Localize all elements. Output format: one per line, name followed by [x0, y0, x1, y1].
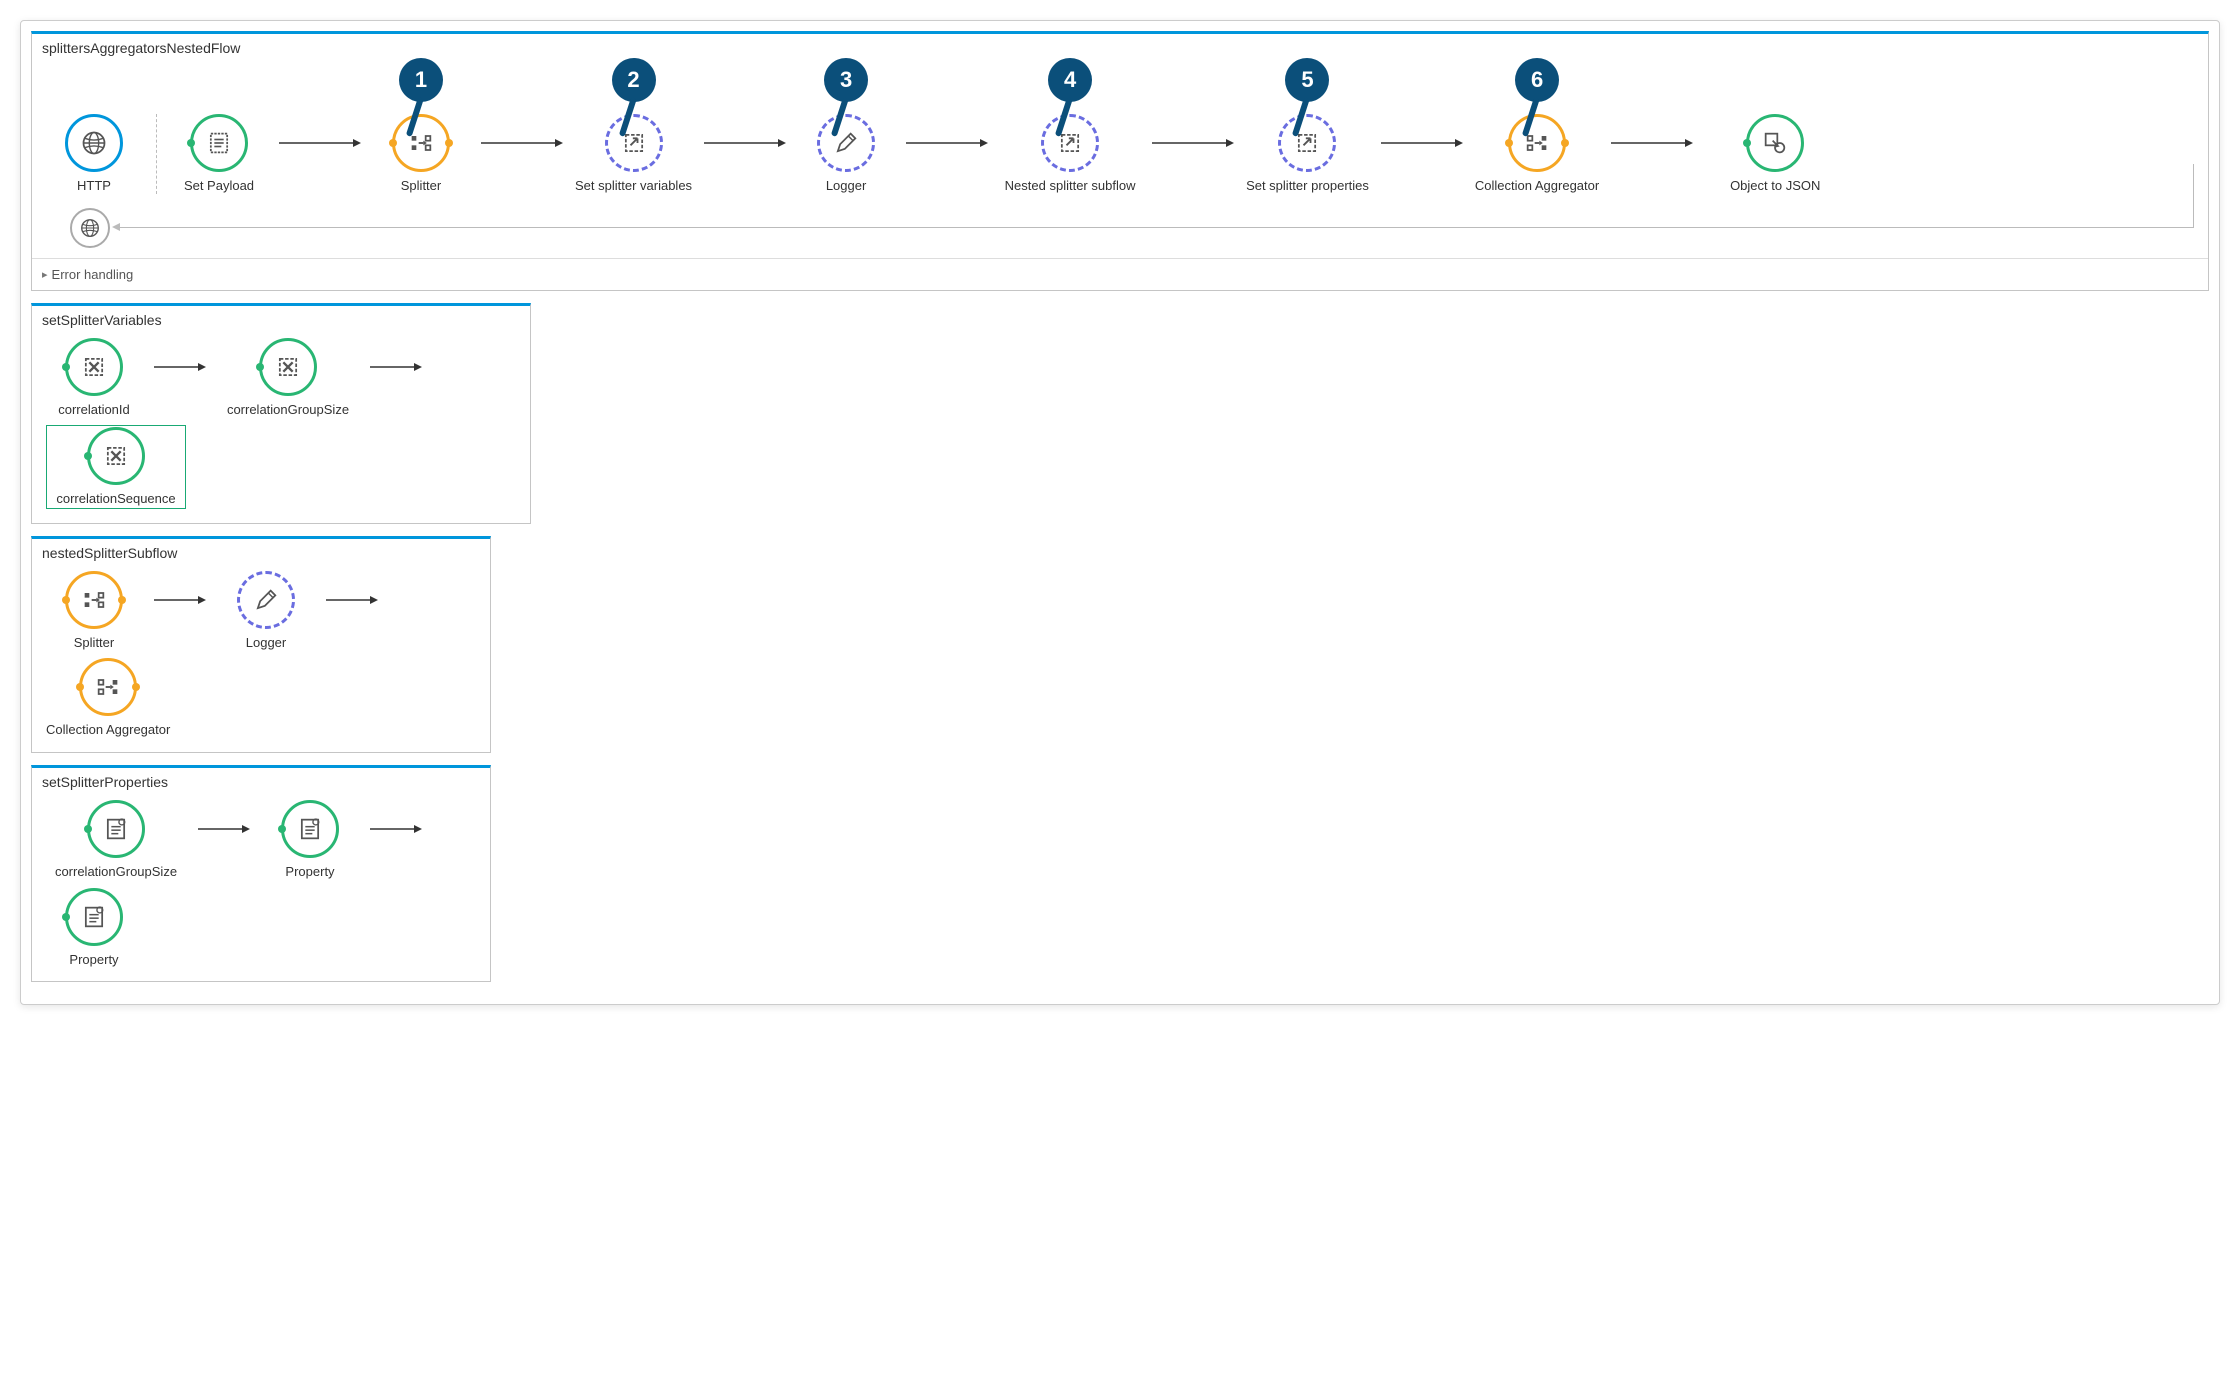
property-icon [65, 888, 123, 946]
arrow-icon [902, 114, 992, 172]
arrow-icon [194, 800, 254, 858]
arrow-icon [275, 114, 365, 172]
arrow-icon [1377, 114, 1467, 172]
node-logger[interactable]: 3 Logger [798, 114, 894, 194]
node-label: Set Payload [184, 178, 254, 194]
node-property-1[interactable]: Property [262, 800, 358, 880]
node-label: correlationGroupSize [227, 402, 349, 418]
node-correlation-sequence[interactable]: correlationSequence [46, 425, 186, 509]
badge-5: 5 [1285, 58, 1329, 102]
variable-icon [259, 338, 317, 396]
badge-4: 4 [1048, 58, 1092, 102]
badge-2: 2 [612, 58, 656, 102]
arrow-icon [322, 571, 382, 629]
flow-ref-icon [1278, 114, 1336, 172]
node-correlation-group-size[interactable]: correlationGroupSize [46, 800, 186, 880]
return-connector [118, 227, 2194, 228]
property-icon [281, 800, 339, 858]
arrow-icon [700, 114, 790, 172]
arrow-icon [1148, 114, 1238, 172]
badge-6: 6 [1515, 58, 1559, 102]
node-nested-splitter-subflow[interactable]: 4 Nested splitter subflow [1000, 114, 1140, 194]
transformer-icon [1746, 114, 1804, 172]
node-splitter[interactable]: Splitter [46, 571, 142, 651]
flow-nested-splitter-subflow[interactable]: nestedSplitterSubflow Splitter Logger [31, 536, 491, 753]
node-label: Set splitter variables [575, 178, 692, 194]
node-label: correlationGroupSize [55, 864, 177, 880]
splitter-icon [65, 571, 123, 629]
arrow-icon [150, 571, 210, 629]
badge-1: 1 [399, 58, 443, 102]
flow-body: correlationId correlationGroupSize corre… [32, 328, 530, 523]
node-http[interactable]: HTTP [46, 114, 142, 194]
node-label: Collection Aggregator [1475, 178, 1599, 194]
arrow-icon [477, 114, 567, 172]
node-label: Property [285, 864, 334, 880]
variable-icon [65, 338, 123, 396]
variable-icon [87, 427, 145, 485]
flow-ref-icon [605, 114, 663, 172]
node-label: Property [69, 952, 118, 968]
badge-3: 3 [824, 58, 868, 102]
set-payload-icon [190, 114, 248, 172]
node-label: Logger [246, 635, 286, 651]
node-label: Splitter [401, 178, 441, 194]
flow-title: nestedSplitterSubflow [32, 539, 490, 561]
node-set-splitter-properties[interactable]: 5 Set splitter properties [1246, 114, 1369, 194]
arrow-icon [1607, 114, 1697, 172]
node-label: Splitter [74, 635, 114, 651]
flow-title: setSplitterProperties [32, 768, 490, 790]
flow-title: setSplitterVariables [32, 306, 530, 328]
logger-icon [237, 571, 295, 629]
response-path [32, 208, 2208, 258]
arrow-icon [150, 338, 210, 396]
canvas: splittersAggregatorsNestedFlow HTTP Set … [20, 20, 2220, 1005]
aggregator-icon [79, 658, 137, 716]
node-splitter[interactable]: 1 Splitter [373, 114, 469, 194]
flow-main[interactable]: splittersAggregatorsNestedFlow HTTP Set … [31, 31, 2209, 291]
flow-body: HTTP Set Payload 1 Splitter [32, 56, 2208, 208]
node-label: correlationSequence [56, 491, 175, 507]
node-set-payload[interactable]: Set Payload [171, 114, 267, 194]
flow-set-splitter-properties[interactable]: setSplitterProperties correlationGroupSi… [31, 765, 491, 982]
aggregator-icon [1508, 114, 1566, 172]
node-correlation-group-size[interactable]: correlationGroupSize [218, 338, 358, 418]
splitter-icon [392, 114, 450, 172]
node-label: Logger [826, 178, 866, 194]
flow-body: correlationGroupSize Property Property [32, 790, 490, 981]
flow-body: Splitter Logger Collection Aggregator [32, 561, 490, 752]
node-label: Nested splitter subflow [1005, 178, 1136, 194]
node-collection-aggregator[interactable]: Collection Aggregator [46, 658, 170, 738]
error-handling-label: Error handling [52, 267, 134, 282]
logger-icon [817, 114, 875, 172]
node-collection-aggregator[interactable]: 6 Collection Aggregator [1475, 114, 1599, 194]
node-label: Set splitter properties [1246, 178, 1369, 194]
node-correlation-id[interactable]: correlationId [46, 338, 142, 418]
http-listener-icon [65, 114, 123, 172]
error-handling-section[interactable]: Error handling [32, 258, 2208, 290]
node-property-2[interactable]: Property [46, 888, 142, 968]
flow-set-splitter-variables[interactable]: setSplitterVariables correlationId corre… [31, 303, 531, 524]
flow-title: splittersAggregatorsNestedFlow [32, 34, 2208, 56]
node-logger[interactable]: Logger [218, 571, 314, 651]
flow-ref-icon [1041, 114, 1099, 172]
node-label: Object to JSON [1730, 178, 1820, 194]
arrow-icon [366, 800, 426, 858]
node-label: Collection Aggregator [46, 722, 170, 738]
arrow-icon [366, 338, 426, 396]
source-separator [156, 114, 157, 194]
node-label: correlationId [58, 402, 130, 418]
node-object-to-json[interactable]: Object to JSON [1705, 114, 1845, 194]
node-label: HTTP [77, 178, 111, 194]
node-set-splitter-variables[interactable]: 2 Set splitter variables [575, 114, 692, 194]
property-icon [87, 800, 145, 858]
http-response-icon [70, 208, 110, 248]
